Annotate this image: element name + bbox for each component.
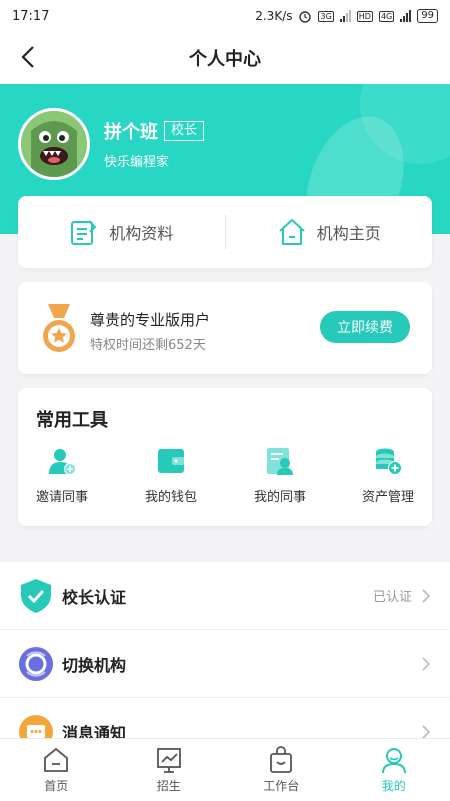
switch-org-icon	[18, 646, 54, 682]
tool-wallet[interactable]: 我的钱包	[121, 446, 221, 505]
edit-doc-icon	[69, 217, 99, 247]
signal-icon-2	[400, 10, 411, 22]
tool-colleagues[interactable]: 我的同事	[230, 446, 330, 505]
menu-item-switch-org[interactable]: 切换机构	[0, 630, 450, 698]
tool-asset-management[interactable]: 资产管理	[338, 446, 438, 505]
network-speed: 2.3K/s	[255, 9, 292, 23]
menu-label: 校长认证	[62, 584, 373, 608]
status-bar: 17:17 2.3K/s 3G HD 4G 99	[0, 0, 450, 32]
vip-remaining-days: 特权时间还剩652天	[90, 334, 206, 353]
tool-label: 资产管理	[362, 486, 414, 505]
colleague-card-icon	[265, 446, 295, 476]
tab-label: 招生	[157, 777, 181, 794]
network-4g-label: 4G	[379, 11, 394, 22]
chart-tab-icon	[155, 746, 183, 774]
cert-status: 已认证	[373, 586, 412, 605]
quick-link-org-info[interactable]: 机构资料	[18, 196, 225, 268]
tab-home[interactable]: 首页	[0, 739, 113, 801]
chevron-right-icon	[420, 725, 432, 739]
status-time: 17:17	[12, 9, 49, 24]
quick-links-card: 机构资料 机构主页	[18, 196, 432, 268]
bag-tab-icon	[267, 746, 295, 774]
home-icon	[277, 217, 307, 247]
nav-bar: 个人中心	[0, 32, 450, 84]
avatar[interactable]	[18, 108, 90, 180]
tab-label: 我的	[382, 777, 406, 794]
alarm-icon	[298, 9, 312, 23]
tool-invite-colleague[interactable]: 邀请同事	[12, 446, 112, 505]
tab-enrollment[interactable]: 招生	[113, 739, 226, 801]
home-tab-icon	[42, 746, 70, 774]
menu-item-principal-cert[interactable]: 校长认证 已认证	[0, 562, 450, 630]
quick-link-org-home[interactable]: 机构主页	[226, 196, 433, 268]
tab-label: 首页	[44, 777, 68, 794]
battery-icon: 99	[417, 9, 438, 23]
hd-label: HD	[357, 11, 373, 22]
profile-subtitle: 快乐编程家	[104, 151, 169, 170]
signal-icon	[340, 10, 351, 22]
status-indicators: 2.3K/s 3G HD 4G 99	[255, 9, 438, 23]
wallet-icon	[156, 446, 186, 476]
network-3g-label: 3G	[318, 11, 333, 22]
invite-user-icon	[47, 446, 77, 476]
tab-workbench[interactable]: 工作台	[225, 739, 338, 801]
renew-button[interactable]: 立即续费	[320, 311, 410, 343]
back-button[interactable]	[14, 42, 42, 72]
shield-check-icon	[19, 578, 53, 614]
role-badge: 校长	[164, 121, 204, 141]
menu-label: 切换机构	[62, 652, 420, 676]
chevron-left-icon	[20, 45, 36, 69]
menu-list: 校长认证 已认证 切换机构 消息通知	[0, 562, 450, 766]
monster-avatar-icon	[21, 111, 87, 177]
medal-icon	[40, 304, 78, 354]
tab-mine[interactable]: 我的	[338, 739, 450, 801]
profile-name: 拼个班	[104, 118, 158, 144]
tools-card: 常用工具 邀请同事 我的钱包 我的同事 资产管理	[18, 388, 432, 526]
profile-name-row: 拼个班 校长	[104, 118, 204, 144]
tab-label: 工作台	[263, 777, 299, 794]
bottom-tab-bar: 首页 招生 工作台 我的	[0, 738, 450, 801]
quick-link-label: 机构资料	[109, 220, 173, 244]
chevron-right-icon	[420, 589, 432, 603]
profile-tab-icon	[380, 746, 408, 774]
tools-title: 常用工具	[36, 406, 108, 432]
vip-title: 尊贵的专业版用户	[90, 309, 210, 330]
tool-label: 我的钱包	[145, 486, 197, 505]
page-title: 个人中心	[189, 45, 261, 71]
tool-label: 邀请同事	[36, 486, 88, 505]
quick-link-label: 机构主页	[317, 220, 381, 244]
vip-card: 尊贵的专业版用户 特权时间还剩652天 立即续费	[18, 282, 432, 374]
tool-label: 我的同事	[254, 486, 306, 505]
asset-coins-icon	[373, 446, 403, 476]
chevron-right-icon	[420, 657, 432, 671]
